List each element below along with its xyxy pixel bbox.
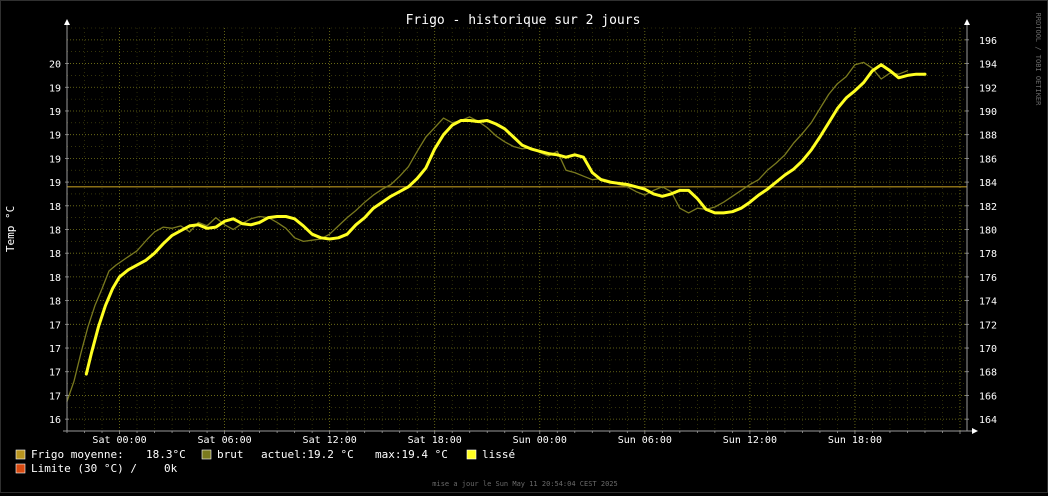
- left-tick-label: 17: [49, 320, 61, 331]
- right-tick-label: 194: [979, 60, 997, 71]
- x-tick-label: Sun 12:00: [723, 435, 777, 446]
- right-tick-label: 176: [979, 273, 997, 284]
- right-tick-label: 188: [979, 131, 997, 142]
- right-tick-label: 172: [979, 320, 997, 331]
- left-tick-label: 19: [49, 131, 61, 142]
- legend-swatch-average: [15, 449, 26, 460]
- temperature-chart: Frigo - historique sur 2 jours Temp °C R…: [1, 1, 1047, 492]
- right-tick-label: 196: [979, 36, 997, 47]
- x-tick-label: Sun 00:00: [513, 435, 567, 446]
- y-axis-label: Temp °C: [4, 206, 17, 252]
- legend-average-value: 18.3°C: [146, 448, 186, 461]
- chart-title: Frigo - historique sur 2 jours: [406, 13, 641, 28]
- x-tick-label: Sat 18:00: [408, 435, 462, 446]
- legend-swatch-smooth: [466, 449, 477, 460]
- x-tick-label: Sat 12:00: [303, 435, 357, 446]
- legend-limit-label: Limite (30 °C) /: [31, 462, 137, 475]
- right-tick-label: 184: [979, 178, 997, 189]
- left-tick-label: 17: [49, 391, 61, 402]
- left-tick-label: 16: [49, 415, 61, 426]
- right-tick-label: 174: [979, 297, 997, 308]
- right-tick-label: 186: [979, 154, 997, 165]
- right-tick-label: 178: [979, 249, 997, 260]
- chart-background: [1, 1, 1047, 492]
- left-tick-label: 19: [49, 178, 61, 189]
- left-tick-label: 17: [49, 344, 61, 355]
- footer-update-time: mise a jour le Sun May 11 20:54:04 CEST …: [432, 480, 617, 488]
- legend-swatch-raw: [201, 449, 212, 460]
- right-tick-label: 190: [979, 107, 997, 118]
- right-tick-label: 168: [979, 368, 997, 379]
- legend-raw-current: actuel:19.2 °C: [261, 448, 354, 461]
- legend-limit-value: 0k: [164, 462, 178, 475]
- x-tick-label: Sat 00:00: [92, 435, 146, 446]
- left-tick-label: 18: [49, 297, 61, 308]
- left-tick-label: 18: [49, 249, 61, 260]
- x-tick-label: Sun 06:00: [618, 435, 672, 446]
- left-tick-label: 19: [49, 83, 61, 94]
- right-tick-label: 170: [979, 344, 997, 355]
- left-tick-label: 18: [49, 273, 61, 284]
- left-tick-label: 18: [49, 202, 61, 213]
- legend-raw-label: brut: [217, 448, 244, 461]
- chart-frame: Frigo - historique sur 2 jours Temp °C R…: [0, 0, 1048, 493]
- right-tick-label: 180: [979, 226, 997, 237]
- left-tick-label: 18: [49, 226, 61, 237]
- watermark: RRDTOOL / TOBI OETIKER: [1034, 13, 1042, 107]
- right-tick-label: 192: [979, 83, 997, 94]
- legend-smooth-label: lissé: [482, 448, 515, 461]
- left-tick-label: 17: [49, 368, 61, 379]
- left-tick-label: 19: [49, 107, 61, 118]
- x-tick-label: Sun 18:00: [828, 435, 882, 446]
- legend-average-label: Frigo moyenne:: [31, 448, 124, 461]
- right-tick-label: 164: [979, 415, 997, 426]
- legend-raw-max: max:19.4 °C: [375, 448, 448, 461]
- left-tick-label: 19: [49, 154, 61, 165]
- left-tick-label: 20: [49, 60, 61, 71]
- right-tick-label: 166: [979, 391, 997, 402]
- legend-swatch-limit: [15, 463, 26, 474]
- x-tick-label: Sat 06:00: [197, 435, 251, 446]
- right-tick-label: 182: [979, 202, 997, 213]
